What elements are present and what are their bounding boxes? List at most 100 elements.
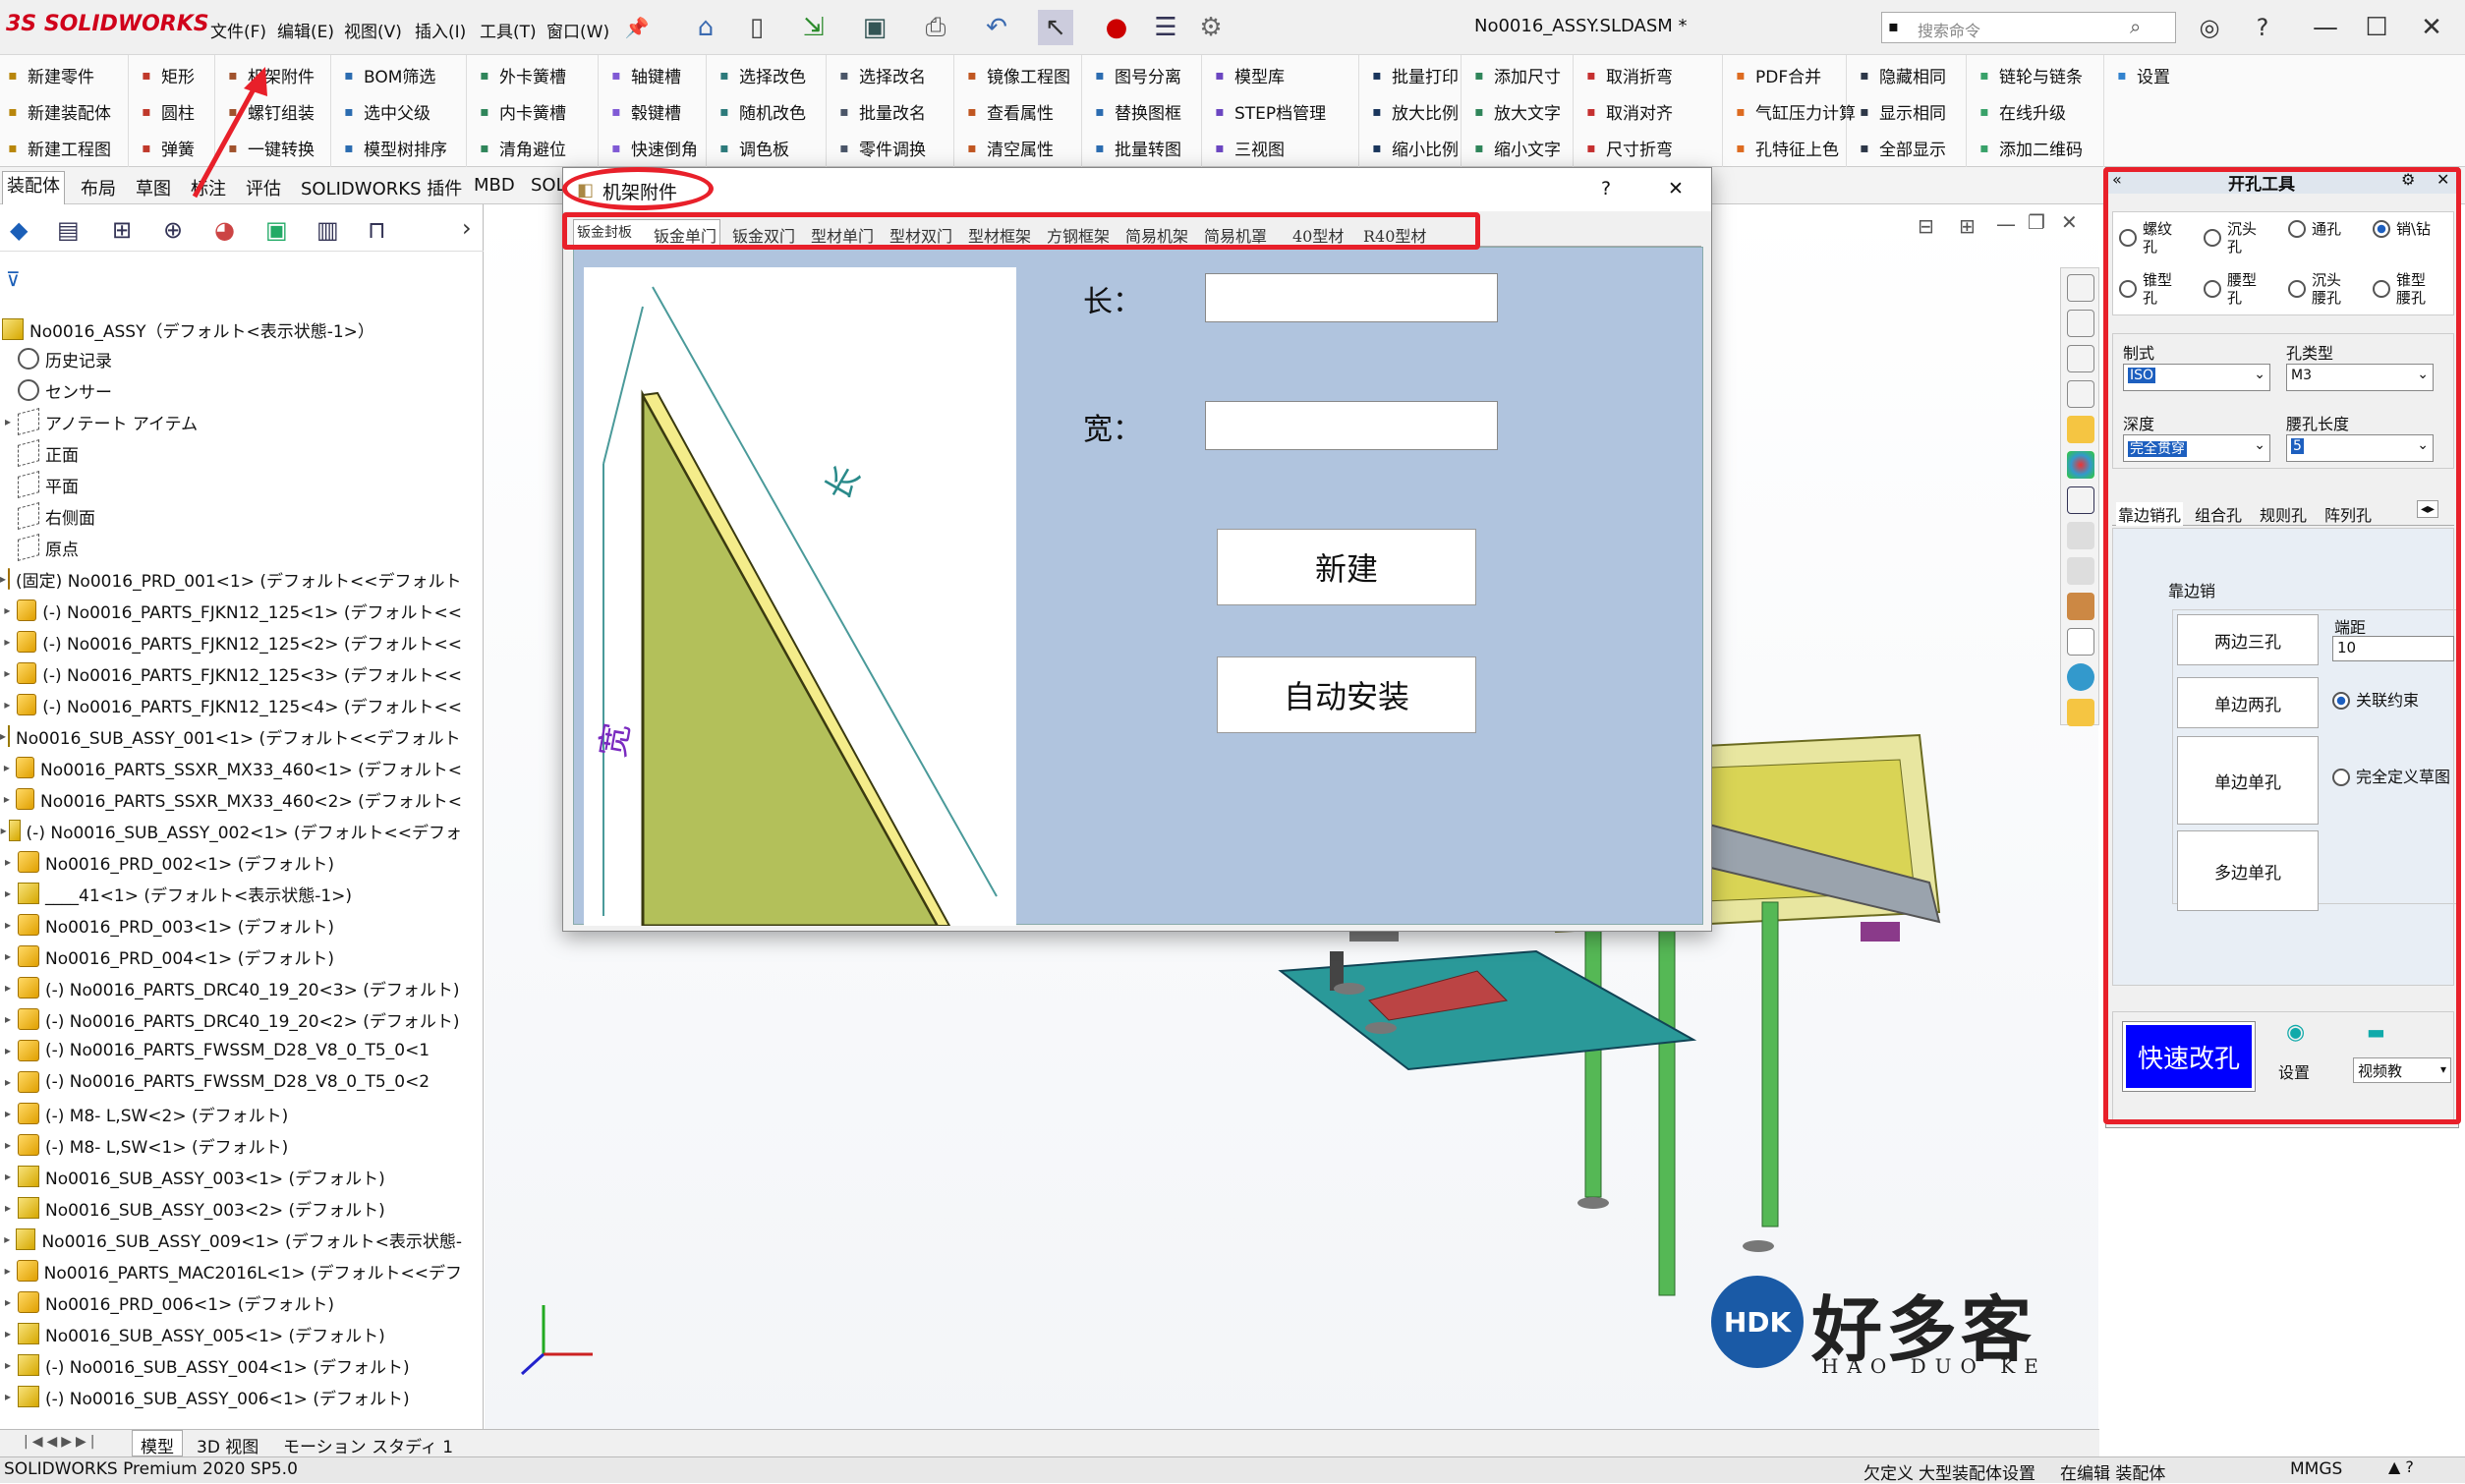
menu-insert[interactable]: 插入(I) — [415, 18, 466, 42]
tree-item[interactable]: 正面 — [0, 438, 462, 468]
expand-arrow-icon[interactable]: ▸ — [0, 572, 6, 586]
toolbar-button-col4-2[interactable]: ▪ 模型树排序 — [340, 136, 447, 161]
tree-item[interactable]: ▸ (-) No0016_PARTS_FJKN12_125<1> (デフォルト<< — [0, 596, 462, 625]
toolbar-button-col12-0[interactable]: ▪ 批量打印 — [1368, 63, 1459, 88]
toolbar-button-col5-0[interactable]: ▪ 外卡簧槽 — [476, 63, 566, 88]
tab-3d-views[interactable]: 3D 视图 — [197, 1433, 258, 1457]
toolbar-button-col8-0[interactable]: ▪ 选择改名 — [835, 63, 926, 88]
task-design-library-icon[interactable] — [2067, 345, 2094, 372]
tab-model[interactable]: 模型 — [132, 1430, 183, 1457]
dialog-help-button[interactable]: ? — [1601, 178, 1611, 200]
search-command-box[interactable]: ▪ 搜索命令 ⌕ — [1881, 12, 2176, 43]
toolbar-button-col8-1[interactable]: ▪ 批量改名 — [835, 99, 926, 125]
toolbar-button-col7-2[interactable]: ▪ 调色板 — [716, 136, 789, 161]
expand-arrow-icon[interactable]: ▸ — [0, 603, 15, 617]
new-button[interactable]: 新建 — [1217, 529, 1476, 605]
toolbar-button-col14-0[interactable]: ▪ 取消折弯 — [1582, 63, 1673, 88]
toolbar-button-col13-0[interactable]: ▪ 添加尺寸 — [1470, 63, 1561, 88]
menu-tools[interactable]: 工具(T) — [480, 18, 537, 42]
configuration-manager-icon[interactable]: ⊞ — [112, 216, 132, 244]
toolbar-button-col4-0[interactable]: ▪ BOM筛选 — [340, 63, 435, 88]
task-resources-icon[interactable] — [2067, 274, 2094, 302]
print-icon[interactable]: ⎙ — [918, 10, 953, 45]
toolbar-button-col1-1[interactable]: ▪ 新建装配体 — [4, 99, 111, 125]
toolbar-button-col16-1[interactable]: ▪ 显示相同 — [1856, 99, 1946, 125]
status-units[interactable]: MMGS — [2290, 1459, 2342, 1479]
expand-arrow-icon[interactable]: ▸ — [0, 1138, 16, 1152]
task-addin-2-icon[interactable] — [2067, 557, 2094, 585]
status-large-assembly[interactable]: 大型装配体设置 — [1919, 1459, 2035, 1484]
tree-item[interactable]: ▸ No0016_SUB_ASSY_009<1> (デフォルト<表示状態- — [0, 1225, 462, 1254]
toolbar-button-col17-2[interactable]: ▪ 添加二维码 — [1976, 136, 2083, 161]
maximize-window-icon[interactable]: ☐ — [2359, 10, 2394, 45]
menu-window[interactable]: 窗口(W) — [546, 18, 609, 42]
user-account-icon[interactable]: ◎ — [2192, 10, 2227, 45]
toolbar-button-col17-0[interactable]: ▪ 链轮与链条 — [1976, 63, 2083, 88]
toolbar-button-col6-1[interactable]: ▪ 毂键槽 — [607, 99, 681, 125]
help-icon[interactable]: ? — [2245, 10, 2280, 45]
tab-sketch[interactable]: 草图 — [136, 175, 171, 200]
task-home-icon[interactable] — [2067, 310, 2094, 337]
length-input[interactable] — [1205, 273, 1498, 322]
menu-view[interactable]: 视图(V) — [344, 18, 402, 42]
toolbar-button-col14-1[interactable]: ▪ 取消对齐 — [1582, 99, 1673, 125]
expand-arrow-icon[interactable]: ▸ — [0, 666, 15, 680]
toolbar-button-col6-0[interactable]: ▪ 轴键槽 — [607, 63, 681, 88]
tree-item[interactable]: ▸ (-) No0016_PARTS_FJKN12_125<2> (デフォルト<< — [0, 627, 462, 656]
tab-motion-study[interactable]: モーション スタディ 1 — [283, 1433, 453, 1457]
toolbar-button-col18-0[interactable]: ▪ 设置 — [2113, 63, 2170, 88]
new-document-icon[interactable]: ▯ — [739, 10, 774, 45]
tree-item[interactable]: ▸ (-) M8- L,SW<2> (デフォルト) — [0, 1099, 462, 1128]
expand-arrow-icon[interactable]: ▸ — [0, 1264, 15, 1278]
feature-manager-icon[interactable]: ◆ — [10, 216, 28, 244]
tree-item[interactable]: ▸ No0016_PARTS_MAC2016L<1> (デフォルト<<デフ — [0, 1256, 462, 1285]
toolbar-button-col13-2[interactable]: ▪ 缩小文字 — [1470, 136, 1561, 161]
toolbar-button-col7-1[interactable]: ▪ 随机改色 — [716, 99, 806, 125]
expand-arrow-icon[interactable]: ▸ — [0, 949, 16, 963]
traffic-light-icon[interactable]: ● — [1099, 10, 1134, 45]
tree-item[interactable]: ▸ No0016_SUB_ASSY_005<1> (デフォルト) — [0, 1319, 462, 1348]
tree-item[interactable]: ▸ No0016_SUB_ASSY_003<1> (デフォルト) — [0, 1162, 462, 1191]
tree-root-assembly[interactable]: No0016_ASSY（デフォルト<表示状態-1>） — [0, 314, 462, 344]
chevron-right-icon[interactable]: › — [462, 214, 472, 242]
tree-item[interactable]: センサー — [0, 375, 462, 405]
toolbar-button-col7-0[interactable]: ▪ 选择改色 — [716, 63, 806, 88]
tree-item[interactable]: 原点 — [0, 533, 462, 562]
expand-arrow-icon[interactable]: ▸ — [0, 792, 14, 806]
toolbar-button-col16-0[interactable]: ▪ 隐藏相同 — [1856, 63, 1946, 88]
expand-arrow-icon[interactable]: ▸ — [0, 698, 15, 712]
tree-item[interactable]: ▸ アノテート アイテム — [0, 407, 462, 436]
toolbar-button-col15-1[interactable]: ▪ 气缸压力计算 — [1732, 99, 1856, 125]
tab-sol[interactable]: SOL — [531, 175, 566, 196]
expand-arrow-icon[interactable]: ▸ — [0, 1107, 16, 1120]
expand-arrow-icon[interactable]: ▸ — [0, 729, 6, 743]
tree-item[interactable]: ▸ (-) No0016_PARTS_FWSSM_D28_V8_0_T5_0<2 — [0, 1067, 462, 1097]
expand-arrow-icon[interactable]: ▸ — [0, 1358, 16, 1372]
solidworks-logo[interactable]: 3S SOLIDWORKS — [6, 12, 209, 36]
expand-arrow-icon[interactable]: ▸ — [0, 981, 16, 995]
width-input[interactable] — [1205, 401, 1498, 450]
expand-arrow-icon[interactable]: ▸ — [0, 1170, 16, 1183]
task-view-palette-icon[interactable] — [2067, 416, 2094, 443]
tab-navigation-arrows-icon[interactable]: |◀◀▶▶| — [24, 1434, 99, 1450]
tree-item[interactable]: ▸ ____41<1> (デフォルト<表示状態-1>) — [0, 879, 462, 908]
toolbar-button-col11-1[interactable]: ▪ STEP档管理 — [1211, 99, 1326, 125]
view-tile-icon[interactable]: ⊟ — [1918, 214, 1934, 238]
expand-arrow-icon[interactable]: ▸ — [0, 1327, 16, 1341]
tree-item[interactable]: ▸ (-) No0016_SUB_ASSY_006<1> (デフォルト) — [0, 1382, 462, 1411]
expand-arrow-icon[interactable]: ▸ — [0, 918, 16, 932]
toolbar-button-col17-1[interactable]: ▪ 在线升级 — [1976, 99, 2066, 125]
tree-item[interactable]: ▸ No0016_PRD_004<1> (デフォルト) — [0, 942, 462, 971]
tree-item[interactable]: ▸ (-) No0016_PARTS_FJKN12_125<3> (デフォルト<< — [0, 658, 462, 688]
toolbar-button-col12-1[interactable]: ▪ 放大比例 — [1368, 99, 1459, 125]
toolbar-button-col11-2[interactable]: ▪ 三视图 — [1211, 136, 1285, 161]
tree-item[interactable]: ▸ (-) No0016_SUB_ASSY_004<1> (デフォルト) — [0, 1350, 462, 1380]
expand-arrow-icon[interactable]: ▸ — [0, 1075, 16, 1089]
tree-item[interactable]: ▸ No0016_PRD_002<1> (デフォルト) — [0, 847, 462, 877]
expand-arrow-icon[interactable]: ▸ — [0, 1012, 16, 1026]
tree-item[interactable]: 平面 — [0, 470, 462, 499]
dialog-close-button[interactable]: ✕ — [1668, 178, 1684, 200]
filter-icon[interactable]: ⊽ — [6, 267, 21, 291]
tree-item[interactable]: ▸ No0016_SUB_ASSY_003<2> (デフォルト) — [0, 1193, 462, 1223]
tab-mbd[interactable]: MBD — [474, 175, 515, 196]
